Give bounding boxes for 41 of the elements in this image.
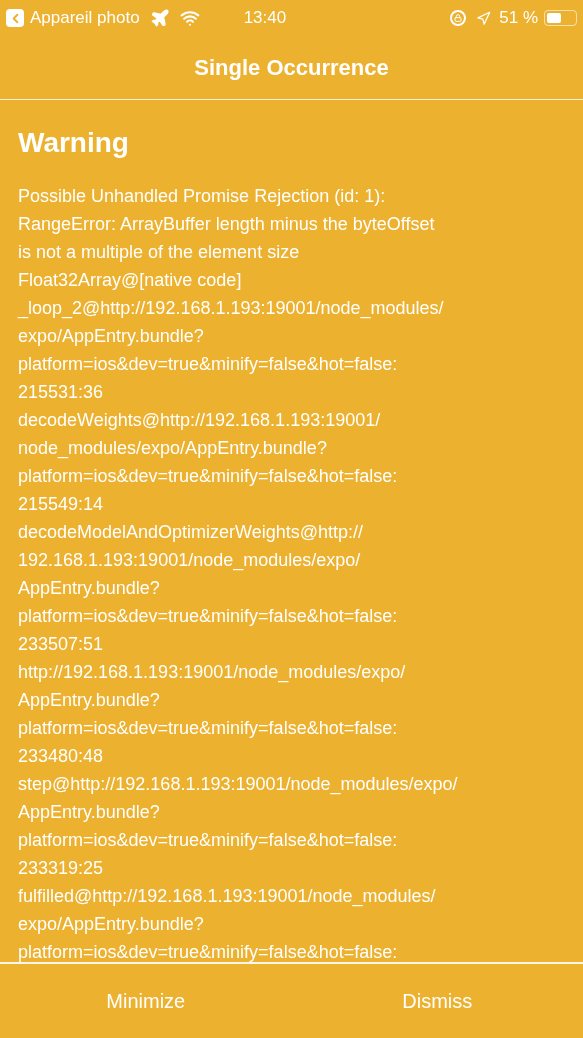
- warning-title: Warning: [18, 126, 130, 160]
- battery-icon: [544, 10, 577, 26]
- error-line: platform=ios&dev=true&minify=false&hot=false:: [18, 605, 399, 628]
- error-line: AppEntry.bundle?: [18, 801, 161, 824]
- error-line: platform=ios&dev=true&minify=false&hot=false:: [18, 465, 399, 488]
- back-icon[interactable]: [6, 9, 24, 27]
- error-line: decodeWeights@http://192.168.1.193:19001/: [18, 409, 382, 432]
- error-line: 215549:14: [18, 493, 105, 516]
- error-line: Float32Array@[native code]: [18, 269, 243, 292]
- error-line: 192.168.1.193:19001/node_modules/expo/: [18, 549, 362, 573]
- error-line: expo/AppEntry.bundle?: [18, 325, 205, 348]
- error-line: Possible Unhandled Promise Rejection (id: 1):: [18, 185, 387, 208]
- error-line: platform=ios&dev=true&minify=false&hot=false:: [18, 717, 399, 740]
- error-line: 233507:51: [18, 633, 105, 656]
- error-line: AppEntry.bundle?: [18, 689, 161, 712]
- error-line: http://192.168.1.193:19001/node_modules/expo/: [18, 661, 407, 685]
- error-line: fulfilled@http://192.168.1.193:19001/node_modules/: [18, 885, 437, 909]
- error-line: decodeModelAndOptimizerWeights@http://: [18, 521, 365, 544]
- rotation-lock-icon: [450, 10, 467, 26]
- error-line: _loop_2@http://192.168.1.193:19001/node_modules/: [18, 297, 445, 321]
- error-line: is not a multiple of the element size: [18, 241, 301, 264]
- error-line: platform=ios&dev=true&minify=false&hot=false:: [18, 941, 399, 962]
- action-button[interactable]: Minimize: [0, 964, 292, 1038]
- error-line: 215531:36: [18, 381, 105, 404]
- error-line: RangeError: ArrayBuffer length minus the byteOffset: [18, 213, 436, 236]
- location-icon: [476, 10, 492, 26]
- error-line: step@http://192.168.1.193:19001/node_modules/expo/: [18, 773, 459, 797]
- header-title: Single Occurrence: [194, 54, 389, 82]
- error-line: 233480:48: [18, 745, 105, 768]
- error-line: expo/AppEntry.bundle?: [18, 913, 205, 936]
- battery-percent: 51 %: [499, 7, 538, 30]
- error-line: platform=ios&dev=true&minify=false&hot=false:: [18, 353, 399, 376]
- wifi-icon: [179, 8, 200, 28]
- back-app-label[interactable]: Appareil photo: [30, 5, 140, 31]
- error-line: 233319:25: [18, 857, 105, 880]
- status-time: 13:40: [243, 7, 287, 30]
- airplane-icon: [149, 8, 170, 28]
- error-line: platform=ios&dev=true&minify=false&hot=false:: [18, 829, 399, 852]
- error-line: node_modules/expo/AppEntry.bundle?: [18, 437, 328, 461]
- error-line: AppEntry.bundle?: [18, 577, 161, 600]
- action-button[interactable]: Dismiss: [291, 964, 583, 1038]
